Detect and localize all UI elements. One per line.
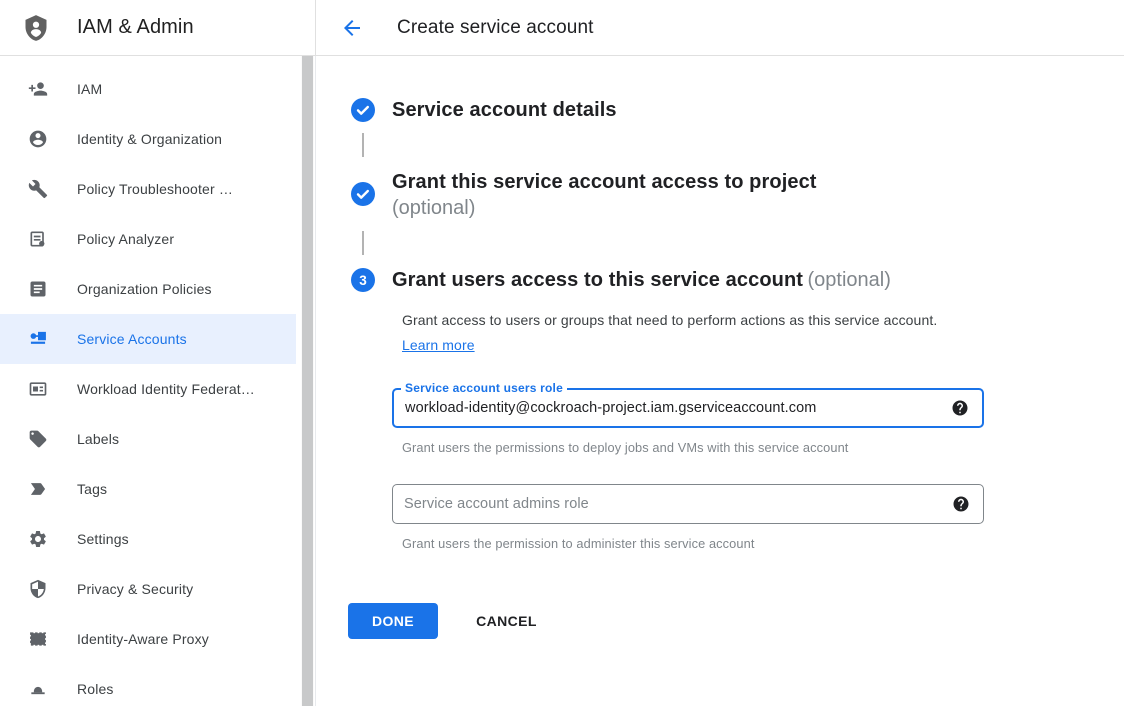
back-button[interactable]	[340, 16, 364, 40]
step-grant-project-access[interactable]: Grant this service account access to pro…	[351, 168, 1124, 220]
article-icon	[28, 279, 48, 299]
learn-more-link[interactable]: Learn more	[402, 337, 475, 353]
iam-admin-shield-logo-icon	[22, 11, 50, 45]
sidebar-item-identity-aware-proxy[interactable]: Identity-Aware Proxy	[0, 614, 296, 664]
sidebar-item-identity-organization[interactable]: Identity & Organization	[0, 114, 296, 164]
admins-role-field	[392, 484, 984, 524]
sidebar-item-label: Privacy & Security	[77, 581, 193, 597]
step-service-account-details[interactable]: Service account details	[351, 98, 1124, 122]
iap-icon	[28, 629, 48, 649]
done-button[interactable]: DONE	[348, 603, 438, 639]
label-important-icon	[28, 479, 48, 499]
app-header: IAM & Admin	[0, 0, 316, 55]
sidebar: IAM Identity & Organization Policy Troub…	[0, 56, 316, 706]
step-optional-label: (optional)	[808, 269, 891, 291]
sidebar-item-tags[interactable]: Tags	[0, 464, 296, 514]
users-role-field-label: Service account users role	[401, 381, 567, 395]
sidebar-item-label: Labels	[77, 431, 119, 447]
step-complete-check-icon	[351, 98, 375, 122]
page-header: Create service account	[316, 0, 594, 55]
sidebar-item-label: Policy Analyzer	[77, 231, 174, 247]
sidebar-item-iam[interactable]: IAM	[0, 64, 296, 114]
step-title: Service account details	[392, 99, 617, 121]
service-account-key-icon	[28, 329, 48, 349]
main-content: Service account details Grant this servi…	[316, 56, 1124, 706]
sidebar-item-label: Roles	[77, 681, 114, 697]
help-icon	[952, 495, 970, 513]
wizard-actions: DONE CANCEL	[348, 603, 984, 639]
step-number-icon: 3	[351, 268, 375, 292]
sidebar-item-settings[interactable]: Settings	[0, 514, 296, 564]
sidebar-item-service-accounts[interactable]: Service Accounts	[0, 314, 296, 364]
wrench-icon	[28, 179, 48, 199]
sidebar-item-label: Workload Identity Federat…	[77, 381, 255, 397]
sidebar-item-label: Organization Policies	[77, 281, 212, 297]
header: IAM & Admin Create service account	[0, 0, 1124, 56]
tag-icon	[28, 429, 48, 449]
step-description: Grant access to users or groups that nee…	[402, 308, 962, 358]
step-grant-users-access: 3 Grant users access to this service acc…	[351, 266, 1124, 639]
sidebar-item-labels[interactable]: Labels	[0, 414, 296, 464]
sidebar-item-label: Tags	[77, 481, 107, 497]
sidebar-item-label: Service Accounts	[77, 331, 187, 347]
sidebar-item-label: Identity & Organization	[77, 131, 222, 147]
users-role-help-button[interactable]	[951, 399, 969, 417]
scrollbar-thumb[interactable]	[302, 56, 313, 706]
sidebar-item-workload-identity-federation[interactable]: Workload Identity Federat…	[0, 364, 296, 414]
gear-icon	[28, 529, 48, 549]
admins-role-helper-text: Grant users the permission to administer…	[402, 536, 984, 551]
app-title: IAM & Admin	[77, 16, 194, 39]
step-complete-check-icon	[351, 182, 375, 206]
sidebar-item-policy-analyzer[interactable]: Policy Analyzer	[0, 214, 296, 264]
sidebar-nav-list: IAM Identity & Organization Policy Troub…	[0, 56, 315, 707]
cancel-button[interactable]: CANCEL	[468, 603, 545, 639]
sidebar-item-label: IAM	[77, 81, 102, 97]
sidebar-item-label: Identity-Aware Proxy	[77, 631, 209, 647]
card-icon	[28, 379, 48, 399]
sidebar-item-roles[interactable]: Roles	[0, 664, 296, 707]
account-circle-icon	[28, 129, 48, 149]
help-icon	[951, 399, 969, 417]
step-connector-line	[362, 231, 364, 255]
admins-role-input[interactable]	[393, 485, 983, 523]
step-title: Grant this service account access to pro…	[392, 168, 817, 197]
step-description-text: Grant access to users or groups that nee…	[402, 312, 937, 328]
users-role-field: Service account users role	[392, 388, 984, 428]
sidebar-item-label: Policy Troubleshooter …	[77, 181, 233, 197]
shield-half-icon	[28, 579, 48, 599]
step-optional-label: (optional)	[392, 197, 817, 220]
sidebar-item-label: Settings	[77, 531, 129, 547]
page-title: Create service account	[397, 17, 594, 39]
sidebar-item-organization-policies[interactable]: Organization Policies	[0, 264, 296, 314]
hat-icon	[28, 679, 48, 699]
admins-role-help-button[interactable]	[952, 495, 970, 513]
arrow-back-icon	[340, 28, 364, 43]
person-add-icon	[28, 79, 48, 99]
step-title: Grant users access to this service accou…	[392, 269, 803, 291]
sidebar-scrollbar[interactable]	[301, 56, 314, 706]
step-connector-line	[362, 133, 364, 157]
users-role-helper-text: Grant users the permissions to deploy jo…	[402, 440, 984, 455]
sidebar-item-policy-troubleshooter[interactable]: Policy Troubleshooter …	[0, 164, 296, 214]
policy-analyzer-icon	[28, 229, 48, 249]
users-role-input[interactable]	[394, 390, 982, 426]
sidebar-item-privacy-security[interactable]: Privacy & Security	[0, 564, 296, 614]
